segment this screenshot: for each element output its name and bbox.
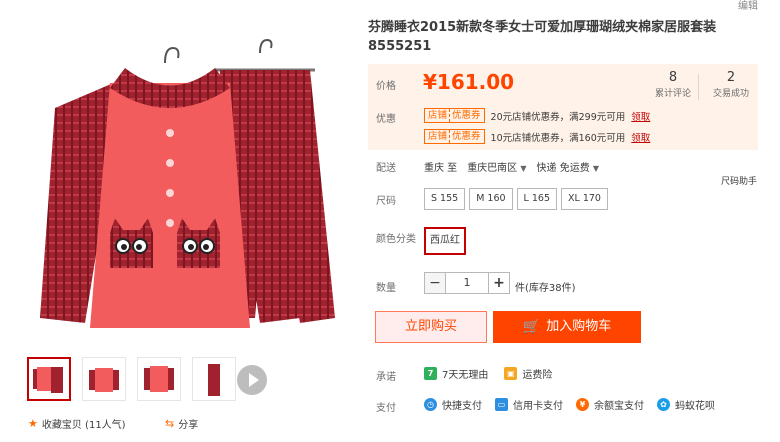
shipping-to-select[interactable]: 重庆巴南区 ▼: [467, 159, 526, 174]
payment-list: ◷ 快捷支付 ▭ 信用卡支付 ¥ 余额宝支付 ✿ 蚂蚁花呗: [424, 397, 715, 412]
reviews-label: 累计评论: [654, 89, 691, 99]
coupon-row: 店铺 优惠券 20元店铺优惠券，满299元可用 领取: [424, 108, 650, 123]
seven-day-icon: 7: [424, 367, 437, 380]
size-label: 尺码: [376, 196, 396, 207]
coupon-tag-left: 店铺: [428, 131, 448, 142]
reviews-count: 8: [668, 70, 678, 85]
reviews-stat[interactable]: 8 累计评论: [653, 70, 693, 99]
price-label: 价格: [376, 81, 396, 92]
coupon-claim-link[interactable]: 领取: [631, 109, 650, 123]
sales-label: 交易成功: [712, 89, 749, 99]
price-value: ¥161.00: [423, 70, 515, 94]
product-title: 芬腾睡衣2015新款冬季女士可爱加厚珊瑚绒夹棉家居服套装8555251: [368, 20, 717, 54]
thumbnail-1[interactable]: [27, 357, 71, 401]
thumbnail-strip: [27, 357, 236, 401]
stat-divider: [698, 74, 699, 100]
credit-card-icon: ▭: [495, 398, 508, 411]
chevron-down-icon: ▼: [592, 164, 600, 173]
promise-item-label: 运费险: [522, 370, 553, 381]
promise-item[interactable]: 7 7天无理由: [424, 366, 488, 381]
collect-button[interactable]: ★ 收藏宝贝 (11人气): [28, 416, 126, 431]
share-label: 分享: [178, 420, 199, 431]
thumbnail-2[interactable]: [82, 357, 126, 401]
color-option-selected[interactable]: 西瓜红: [424, 227, 466, 255]
payment-item[interactable]: ▭ 信用卡支付: [495, 397, 563, 412]
main-product-image: [15, 18, 355, 348]
payment-item[interactable]: ◷ 快捷支付: [424, 397, 482, 412]
sales-count: 2: [726, 70, 736, 85]
color-label: 颜色分类: [376, 234, 416, 245]
quantity-label: 数量: [376, 283, 396, 294]
promise-item[interactable]: ▣ 运费险: [504, 366, 552, 381]
quantity-minus-button[interactable]: −: [424, 272, 446, 294]
coupon-claim-link[interactable]: 领取: [631, 130, 650, 144]
size-option-xl[interactable]: XL 170: [561, 188, 608, 210]
size-option-s[interactable]: S 155: [424, 188, 466, 210]
coupon-row: 店铺 优惠券 10元店铺优惠券，满160元可用 领取: [424, 129, 650, 144]
yuebao-icon: ¥: [576, 398, 589, 411]
huabei-icon: ✿: [657, 398, 670, 411]
sales-stat: 2 交易成功: [708, 70, 754, 99]
shipping-method: 快递 免运费: [536, 163, 590, 174]
coupon-tag-left: 店铺: [428, 110, 448, 121]
coupon-text: 10元店铺优惠券，满160元可用: [490, 132, 626, 144]
coupon-tag-divider: [449, 130, 451, 143]
promise-label: 承诺: [376, 372, 396, 383]
size-helper-link[interactable]: 尺码助手: [721, 174, 757, 187]
thumbnail-3[interactable]: [137, 357, 181, 401]
payment-item-label: 蚂蚁花呗: [675, 401, 715, 412]
edit-link[interactable]: 编辑: [738, 0, 758, 12]
cart-icon: 🛒: [522, 319, 541, 335]
shipping-label: 配送: [376, 163, 396, 174]
star-icon: ★: [28, 417, 38, 430]
share-button[interactable]: ⇆ 分享: [165, 416, 198, 431]
coupon-tag-right: 优惠券: [452, 110, 481, 121]
play-icon[interactable]: [237, 365, 267, 395]
price-box: 价格 ¥161.00 8 累计评论 2 交易成功 优惠 店铺 优惠券 20元店铺…: [368, 64, 758, 150]
promo-label: 优惠: [376, 114, 396, 125]
payment-item[interactable]: ¥ 余额宝支付: [576, 397, 644, 412]
size-options: S 155 M 160 L 165 XL 170: [424, 188, 608, 210]
payment-item-label: 余额宝支付: [594, 401, 644, 412]
payment-item[interactable]: ✿ 蚂蚁花呗: [657, 397, 715, 412]
chevron-down-icon: ▼: [520, 164, 527, 173]
payment-label: 支付: [376, 403, 396, 414]
add-to-cart-button[interactable]: 🛒 加入购物车: [493, 311, 641, 343]
thumbnail-4[interactable]: [192, 357, 236, 401]
payment-item-label: 快捷支付: [442, 401, 482, 412]
collect-label: 收藏宝贝 (11人气): [41, 420, 126, 431]
size-option-l[interactable]: L 165: [516, 188, 557, 210]
coupon-text: 20元店铺优惠券，满299元可用: [490, 111, 626, 123]
quick-pay-icon: ◷: [424, 398, 437, 411]
quantity-stepper: − 1 +: [424, 272, 510, 294]
coupon-tag: 店铺 优惠券: [424, 129, 485, 144]
coupon-tag-divider: [449, 109, 451, 122]
shipping-method-select[interactable]: 快递 免运费 ▼: [537, 159, 600, 174]
promise-item-label: 7天无理由: [442, 370, 489, 381]
payment-item-label: 信用卡支付: [513, 401, 563, 412]
add-to-cart-label: 加入购物车: [546, 319, 612, 334]
buy-now-button[interactable]: 立即购买: [375, 311, 487, 343]
shipping-to: 重庆巴南区: [467, 163, 518, 174]
stock-text: 件(库存38件): [515, 283, 576, 294]
coupon-tag-right: 优惠券: [452, 131, 481, 142]
shipping-from: 重庆 至: [424, 163, 458, 174]
quantity-plus-button[interactable]: +: [488, 272, 510, 294]
freight-icon: ▣: [504, 367, 518, 380]
quantity-input[interactable]: 1: [446, 272, 488, 294]
coupon-tag: 店铺 优惠券: [424, 108, 485, 123]
size-option-m[interactable]: M 160: [469, 188, 513, 210]
share-icon: ⇆: [165, 417, 175, 430]
promise-list: 7 7天无理由 ▣ 运费险: [424, 366, 552, 381]
shipping-info: 重庆 至 重庆巴南区 ▼ 快递 免运费 ▼: [424, 159, 599, 174]
